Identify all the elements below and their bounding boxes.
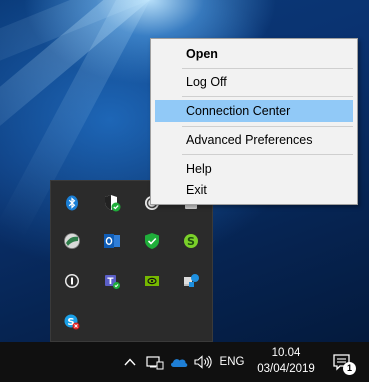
onedrive-icon[interactable] (168, 342, 190, 382)
skype-error-icon[interactable]: S (63, 313, 81, 331)
nvidia-icon[interactable] (143, 272, 161, 290)
menu-item-log-off[interactable]: Log Off (155, 71, 353, 93)
1password-icon[interactable] (63, 272, 81, 290)
menu-item-open[interactable]: Open (155, 43, 353, 65)
menu-separator (182, 68, 353, 69)
menu-item-help[interactable]: Help (155, 158, 353, 180)
svg-text:S: S (187, 235, 195, 248)
teams-icon[interactable]: T (103, 272, 121, 290)
clock-time: 10.04 (271, 347, 301, 359)
clock-date: 03/04/2019 (257, 363, 315, 375)
clock[interactable]: 10.04 03/04/2019 (253, 345, 319, 377)
skype-status-icon[interactable]: S (182, 232, 200, 250)
menu-separator (182, 96, 353, 97)
menu-item-exit[interactable]: Exit (155, 179, 353, 201)
network-icon[interactable] (145, 342, 165, 382)
security-shield-icon[interactable] (143, 232, 161, 250)
network-drive-icon[interactable] (63, 232, 81, 250)
language-label: ENG (219, 356, 245, 368)
show-hidden-icons-chevron[interactable] (121, 342, 139, 382)
menu-separator (182, 126, 353, 127)
chevron-up-icon (124, 358, 136, 366)
notification-count-badge: 1 (343, 362, 356, 375)
language-indicator[interactable]: ENG (217, 342, 247, 382)
menu-item-connection-center[interactable]: Connection Center (155, 100, 353, 122)
outlook-icon[interactable] (103, 232, 121, 250)
volume-icon[interactable] (192, 342, 214, 382)
bluetooth-icon[interactable] (63, 194, 81, 212)
sync-icon[interactable] (182, 272, 200, 290)
tray-context-menu: Open Log Off Connection Center Advanced … (150, 38, 358, 205)
menu-item-advanced-preferences[interactable]: Advanced Preferences (155, 129, 353, 151)
taskbar: ENG 10.04 03/04/2019 (0, 342, 369, 382)
windows-defender-icon[interactable] (103, 194, 121, 212)
menu-separator (182, 154, 353, 155)
